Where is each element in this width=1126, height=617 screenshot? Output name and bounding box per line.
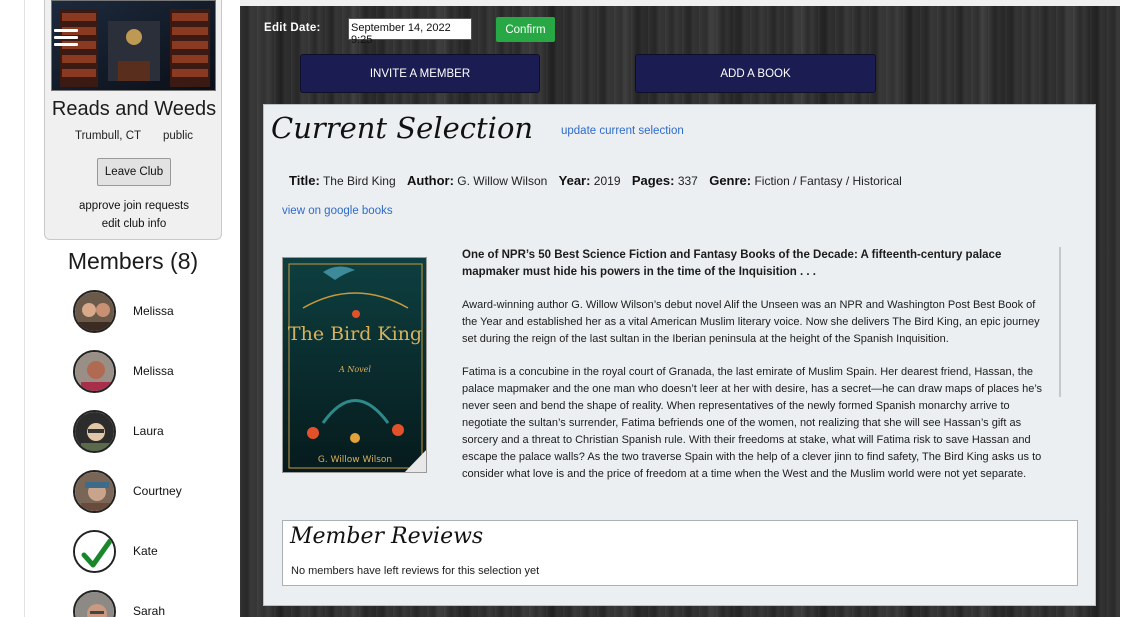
member-item[interactable]: Melissa bbox=[73, 350, 233, 394]
pages-label: Pages: bbox=[631, 173, 675, 188]
edit-date-label: Edit Date: bbox=[264, 22, 321, 34]
description-paragraph: Award-winning author G. Willow Wilson’s … bbox=[462, 299, 1040, 345]
book-description: One of NPR’s 50 Best Science Fiction and… bbox=[462, 247, 1062, 481]
club-card: Reads and Weeds Trumbull, CT public Leav… bbox=[44, 0, 222, 240]
title-label: Title: bbox=[289, 173, 320, 188]
year-label: Year: bbox=[558, 173, 591, 188]
cover-author: G. Willow Wilson bbox=[318, 455, 392, 465]
member-item[interactable]: Kate bbox=[73, 530, 233, 574]
member-item[interactable]: Laura bbox=[73, 410, 233, 454]
description-scrollbar[interactable] bbox=[1059, 247, 1061, 397]
book-cover[interactable]: The Bird King A Novel G. Willow Wilson bbox=[282, 257, 427, 473]
description-paragraph: Fatima is a concubine in the royal court… bbox=[462, 366, 1043, 480]
sidebar: Reads and Weeds Trumbull, CT public Leav… bbox=[24, 0, 240, 617]
members-title: Members (8) bbox=[67, 248, 199, 274]
confirm-button[interactable]: Confirm bbox=[496, 17, 555, 42]
member-name: Courtney bbox=[133, 484, 182, 498]
member-item[interactable]: Courtney bbox=[73, 470, 233, 514]
avatar bbox=[73, 290, 116, 333]
member-item[interactable]: Sarah bbox=[73, 590, 233, 617]
genre-label: Genre: bbox=[709, 173, 752, 188]
club-visibility: public bbox=[163, 130, 194, 142]
year-value: 2019 bbox=[593, 174, 621, 188]
member-name: Melissa bbox=[133, 304, 174, 318]
avatar bbox=[73, 410, 116, 453]
pages-value: 337 bbox=[677, 174, 698, 188]
reviews-empty-text: No members have left reviews for this se… bbox=[291, 565, 540, 577]
avatar bbox=[73, 350, 116, 393]
member-name: Melissa bbox=[133, 364, 174, 378]
update-selection-link[interactable]: update current selection bbox=[561, 125, 684, 137]
member-name: Kate bbox=[133, 544, 158, 558]
avatar bbox=[73, 470, 116, 513]
cover-title: The Bird King bbox=[288, 323, 422, 345]
club-location: Trumbull, CT bbox=[75, 130, 142, 142]
reviews-title: Member Reviews bbox=[290, 524, 484, 549]
club-image bbox=[51, 0, 216, 91]
title-value: The Bird King bbox=[322, 174, 396, 188]
member-reviews: Member Reviews No members have left revi… bbox=[282, 520, 1078, 586]
avatar bbox=[73, 530, 116, 573]
edit-date-input[interactable]: September 14, 2022 9:25 bbox=[348, 18, 472, 46]
current-selection-title: Current Selection bbox=[271, 111, 534, 145]
genre-value: Fiction / Fantasy / Historical bbox=[754, 174, 902, 188]
member-name: Sarah bbox=[133, 604, 166, 617]
hamburger-menu-icon[interactable] bbox=[54, 29, 78, 49]
approve-join-requests-link[interactable]: approve join requests bbox=[45, 200, 223, 212]
cover-subtitle: A Novel bbox=[338, 365, 371, 374]
google-books-link[interactable]: view on google books bbox=[282, 205, 393, 217]
avatar bbox=[73, 590, 116, 617]
leave-club-button[interactable]: Leave Club bbox=[97, 158, 171, 186]
club-name: Reads and Weeds bbox=[51, 98, 217, 120]
book-meta: Title: The Bird King Author: G. Willow W… bbox=[289, 173, 902, 188]
description-headline: One of NPR’s 50 Best Science Fiction and… bbox=[462, 249, 1002, 278]
invite-member-button[interactable]: INVITE A MEMBER bbox=[300, 54, 540, 93]
current-selection-panel: Current Selection update current selecti… bbox=[263, 104, 1096, 606]
member-item[interactable]: Melissa bbox=[73, 290, 233, 334]
add-book-button[interactable]: ADD A BOOK bbox=[635, 54, 876, 93]
member-name: Laura bbox=[133, 424, 164, 438]
left-gutter bbox=[0, 0, 24, 617]
author-value: G. Willow Wilson bbox=[457, 174, 548, 188]
main-content: Edit Date: September 14, 2022 9:25 Confi… bbox=[240, 6, 1120, 617]
edit-club-info-link[interactable]: edit club info bbox=[45, 218, 223, 230]
right-edge bbox=[1120, 0, 1126, 617]
page: Reads and Weeds Trumbull, CT public Leav… bbox=[0, 0, 1126, 617]
author-label: Author: bbox=[407, 173, 454, 188]
